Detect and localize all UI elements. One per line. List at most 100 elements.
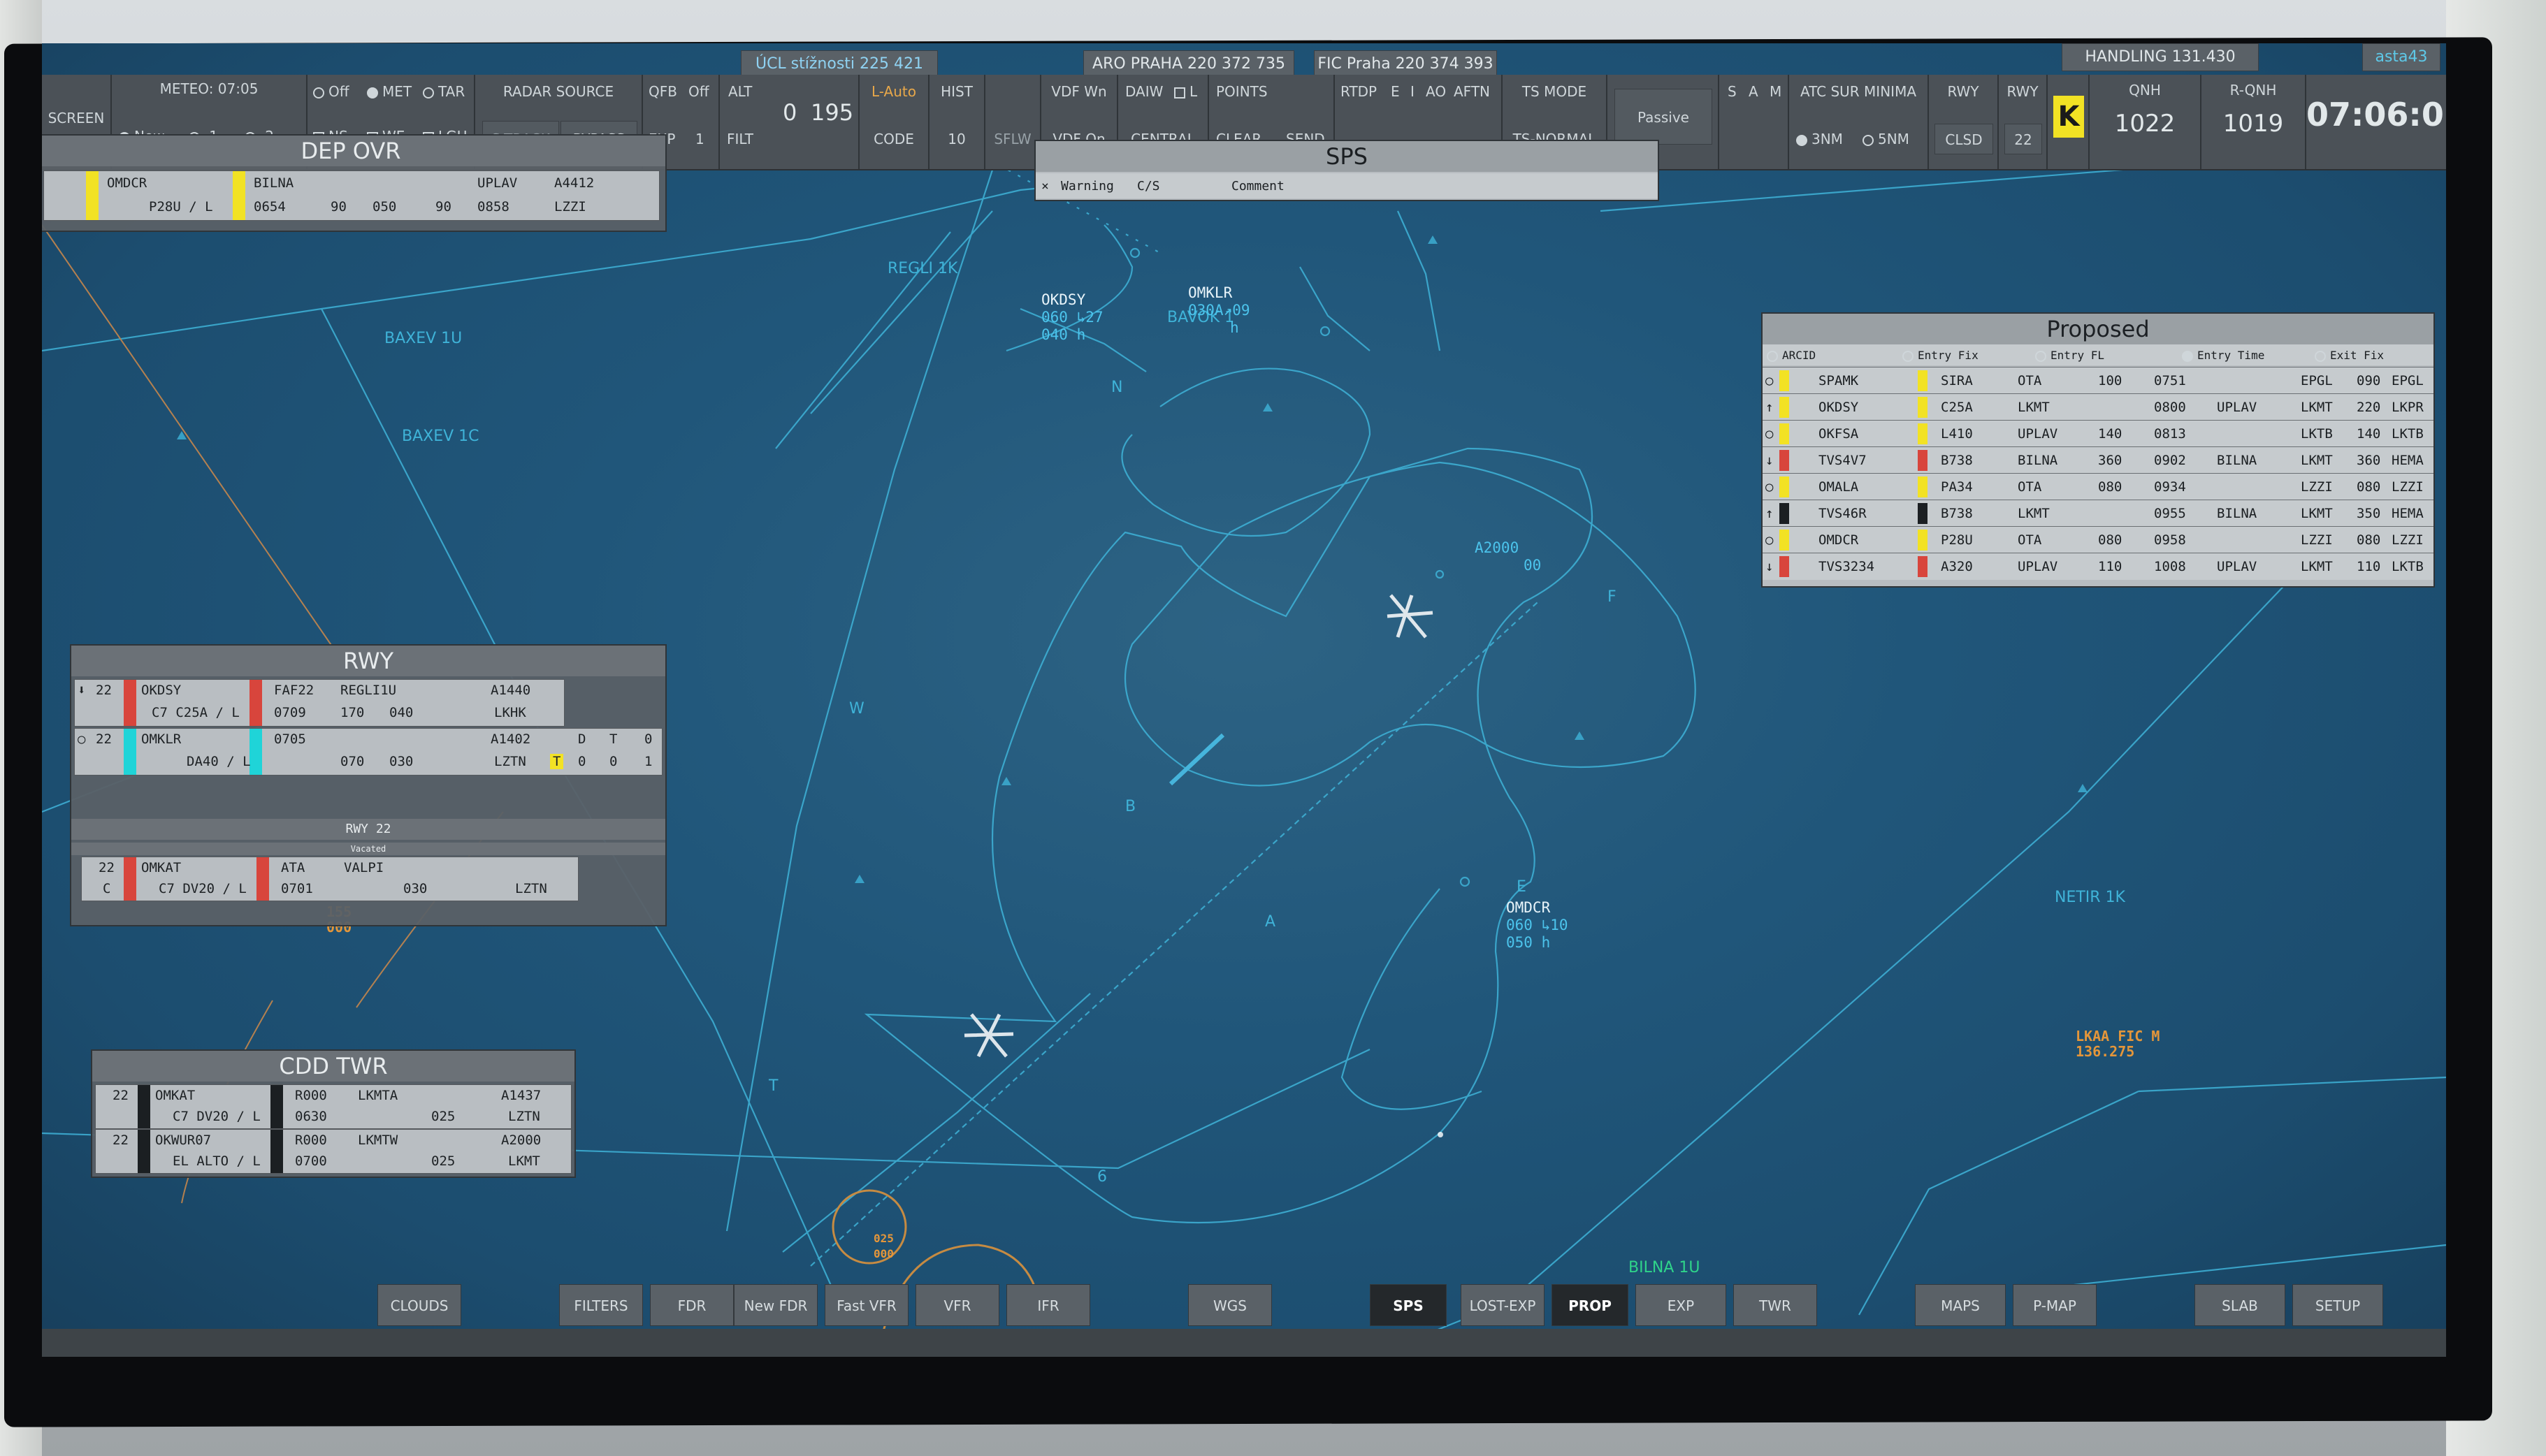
bottom-button-slab[interactable]: SLAB <box>2194 1284 2285 1326</box>
bottom-button-fast-vfr[interactable]: Fast VFR <box>825 1284 909 1326</box>
bottom-button-maps[interactable]: MAPS <box>1915 1284 2006 1326</box>
cell-r: UPLAV <box>2018 426 2058 442</box>
cell-f: B738 <box>1941 453 1973 468</box>
bottom-button-ifr[interactable]: IFR <box>1006 1284 1090 1326</box>
tab-ucl[interactable]: ÚCL stížnosti 225 421 111 <box>741 50 938 99</box>
opt-5nm[interactable]: 5NM <box>1863 131 1909 147</box>
flight-strip[interactable]: ○ 22 OMKLR 0705 A1402 D T 0 DA40 / L 070… <box>74 728 663 776</box>
proposed-row[interactable]: ↑ TVS46R B738 LKMT 0955 BILNA LKMT 350 HEMA <box>1763 500 2433 527</box>
filter-entry-fix[interactable]: Entry Fix <box>1902 349 1979 362</box>
qfb-label[interactable]: QFB <box>649 83 677 100</box>
rwy-panel[interactable]: RWY ⬇ 22 OKDSY FAF22 REGLI1U A1440 C7 C2… <box>70 644 667 926</box>
bottom-button-p-map[interactable]: P-MAP <box>2013 1284 2097 1326</box>
strip-o: 0 <box>644 731 653 747</box>
track-label-a2000[interactable]: A2000 00 <box>1475 539 1541 574</box>
off-label[interactable]: Off <box>688 83 709 100</box>
rwy-value[interactable]: 22 <box>2004 124 2042 154</box>
bottom-button-exp[interactable]: EXP <box>1635 1284 1726 1326</box>
track-label-okdsy[interactable]: OKDSY 060 ↳27 040 h <box>1041 291 1104 344</box>
tab-user[interactable]: asta43 <box>2362 43 2440 71</box>
dep-ovr-panel[interactable]: DEP OVR OMDCR BILNA UPLAV A4412 P28U / L… <box>42 134 667 232</box>
e-label[interactable]: E <box>1391 83 1400 100</box>
filter-entry-time[interactable]: Entry Time <box>2182 349 2264 362</box>
hist-label[interactable]: HIST <box>930 83 984 100</box>
bottom-button-setup[interactable]: SETUP <box>2292 1284 2383 1326</box>
vdf-wn-label[interactable]: VDF Wn <box>1041 83 1117 100</box>
rwy-label: RWY <box>1947 83 1979 100</box>
sps-panel[interactable]: SPS × Warning C/S Comment <box>1034 140 1659 201</box>
bottom-button-sps[interactable]: SPS <box>1370 1284 1447 1326</box>
ts-mode-label[interactable]: TS MODE <box>1503 83 1606 100</box>
cdd-twr-panel[interactable]: CDD TWR 22 OMKAT R000 LKMTA A1437 C7 DV2… <box>91 1049 576 1178</box>
alt-lower[interactable]: 0 <box>783 99 797 126</box>
tab-handling[interactable]: HANDLING 131.430 <box>2062 43 2259 71</box>
sflw-cell[interactable]: SFLW <box>985 75 1041 169</box>
flight-strip[interactable]: 22 OKWUR07 R000 LKMTW A2000 EL ALTO / L … <box>95 1129 572 1174</box>
strip-marker <box>124 857 136 901</box>
bottom-button-filters[interactable]: FILTERS <box>559 1284 643 1326</box>
ao-label[interactable]: AO <box>1426 83 1446 100</box>
lauto-label[interactable]: L-Auto <box>860 83 928 100</box>
code-label[interactable]: CODE <box>860 131 928 147</box>
bottom-button-vfr[interactable]: VFR <box>916 1284 999 1326</box>
flight-strip[interactable]: ⬇ 22 OKDSY FAF22 REGLI1U A1440 C7 C25A /… <box>74 679 565 727</box>
filter-entry-fl[interactable]: Entry FL <box>2035 349 2104 362</box>
clock: 07:06:02 <box>2306 96 2446 133</box>
opt-off[interactable]: Off <box>313 83 349 100</box>
hist-value[interactable]: 10 <box>930 131 984 147</box>
bottom-button-twr[interactable]: TWR <box>1733 1284 1817 1326</box>
cell-d2: HEMA <box>2392 506 2424 521</box>
clsd-button[interactable]: CLSD <box>1934 124 1993 154</box>
passive-button[interactable]: Passive <box>1614 89 1712 145</box>
l-check[interactable]: L <box>1174 83 1197 100</box>
filter-exit-fix[interactable]: Exit Fix <box>2315 349 2384 362</box>
alt-label[interactable]: ALT <box>728 83 752 100</box>
strip-marker <box>233 171 245 220</box>
cell-f: P28U <box>1941 532 1973 548</box>
proposed-panel[interactable]: Proposed ARCID Entry Fix Entry FL Entry … <box>1761 312 2435 588</box>
daiw-label[interactable]: DAIW <box>1125 83 1163 100</box>
proposed-row[interactable]: ○ SPAMK SIRA OTA 100 0751 EPGL 090 EPGL <box>1763 367 2433 394</box>
radar-screen[interactable]: REGLI 1K BAXEV 1U BAXEV 1C BAVOK 1 NETIR… <box>42 43 2446 1357</box>
filter-arcid[interactable]: ARCID <box>1767 349 1816 362</box>
proposed-row[interactable]: ○ OKFSA L410 UPLAV 140 0813 LKTB 140 LKTB <box>1763 420 2433 447</box>
strip-callsign: OMKAT <box>141 860 182 875</box>
bottom-button-wgs[interactable]: WGS <box>1188 1284 1272 1326</box>
proposed-row[interactable]: ○ OMDCR P28U OTA 080 0958 LZZI 080 LZZI <box>1763 526 2433 553</box>
opt-tar[interactable]: TAR <box>423 83 465 100</box>
bottom-button-new-fdr[interactable]: New FDR <box>734 1284 818 1326</box>
proposed-row[interactable]: ↓ TVS3234 A320 UPLAV 110 1008 UPLAV LKMT 110 LKTB <box>1763 553 2433 580</box>
bottom-button-lost-exp[interactable]: LOST-EXP <box>1461 1284 1545 1326</box>
track-label-omdcr[interactable]: OMDCR 060 ↳10 050 h <box>1506 899 1568 952</box>
rtdp-label[interactable]: RTDP <box>1340 83 1377 100</box>
s-label[interactable]: S <box>1728 83 1737 100</box>
one-label[interactable]: 1 <box>695 131 704 147</box>
aftn-label[interactable]: AFTN <box>1454 83 1490 100</box>
proposed-row[interactable]: ↑ OKDSY C25A LKMT 0800 UPLAV LKMT 220 LKPR <box>1763 393 2433 421</box>
filt-label[interactable]: FILT <box>727 131 753 147</box>
points-label[interactable]: POINTS <box>1216 83 1268 100</box>
flight-strip[interactable]: OMDCR BILNA UPLAV A4412 P28U / L 0654 90… <box>43 170 660 221</box>
proposed-row[interactable]: ↓ TVS4V7 B738 BILNA 360 0902 BILNA LKMT 360 HEMA <box>1763 446 2433 474</box>
m-label[interactable]: M <box>1770 83 1781 100</box>
opt-3nm[interactable]: 3NM <box>1796 131 1843 147</box>
tab-fic[interactable]: FIC Praha 220 374 393 <box>1314 50 1497 78</box>
bottom-button-prop[interactable]: PROP <box>1552 1284 1628 1326</box>
cell-d: EPGL <box>2301 373 2333 388</box>
alt-upper[interactable]: 195 <box>811 99 853 126</box>
bottom-button-fdr[interactable]: FDR <box>650 1284 734 1326</box>
i-label[interactable]: I <box>1410 83 1415 100</box>
a-label[interactable]: A <box>1749 83 1758 100</box>
flight-strip[interactable]: 22 OMKAT R000 LKMTA A1437 C7 DV20 / L 06… <box>95 1084 572 1129</box>
arrow-down-icon: ⬇ <box>78 683 86 698</box>
opt-tar-label: TAR <box>438 83 465 100</box>
proposed-row[interactable]: ○ OMALA PA34 OTA 080 0934 LZZI 080 LZZI <box>1763 473 2433 500</box>
bottom-button-clouds[interactable]: CLOUDS <box>377 1284 461 1326</box>
opt-met[interactable]: MET <box>367 83 412 100</box>
close-icon[interactable]: × <box>1041 179 1049 194</box>
flight-strip[interactable]: 22 OMKAT ATA VALPI C C7 DV20 / L 0701 03… <box>81 857 579 901</box>
track-label-omklr[interactable]: OMKLR 030A↗09 h <box>1188 284 1250 337</box>
strip-code: A1437 <box>501 1088 542 1103</box>
filter-entry-fix-label: Entry Fix <box>1918 349 1979 362</box>
tab-aro[interactable]: ARO PRAHA 220 372 735 <box>1083 50 1294 78</box>
